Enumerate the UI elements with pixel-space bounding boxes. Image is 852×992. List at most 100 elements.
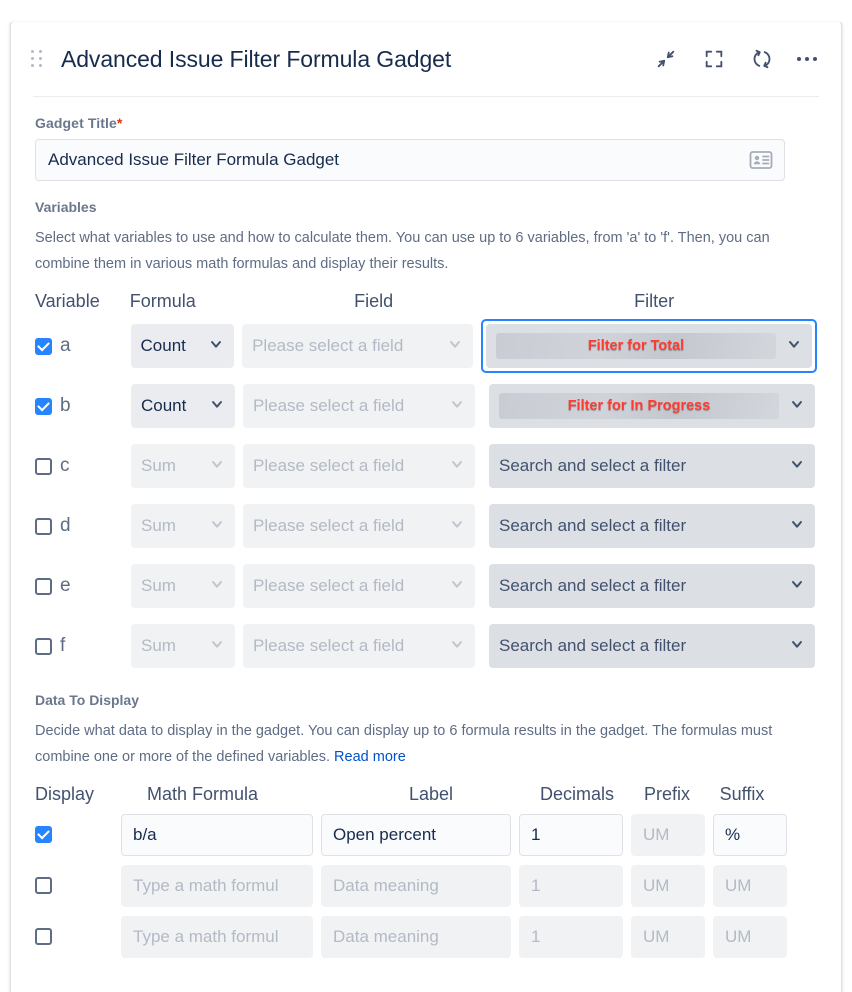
column-header-prefix: Prefix xyxy=(643,784,690,804)
chevron-down-icon xyxy=(449,456,465,477)
formula-select-d[interactable]: Sum xyxy=(131,504,235,548)
screen: Advanced Issue Filter Formula Gadget Gad… xyxy=(0,0,852,992)
variable-checkbox-cell-a: a xyxy=(35,335,131,357)
variable-letter-c: c xyxy=(60,455,70,476)
variable-checkbox-cell-b: b xyxy=(35,395,131,417)
field-select-placeholder: Please select a field xyxy=(253,396,405,415)
variable-letter-e: e xyxy=(60,575,71,596)
variable-row-c: c Sum Please select a field Search and sele… xyxy=(35,436,817,496)
chevron-down-icon xyxy=(449,576,465,597)
more-options-icon[interactable] xyxy=(797,57,817,61)
formula-select-a[interactable]: Count xyxy=(130,324,235,368)
data-display-row xyxy=(35,860,817,911)
math-formula-input-row-3[interactable] xyxy=(121,915,313,958)
column-header-suffix: Suffix xyxy=(719,784,765,804)
field-select-b[interactable]: Please select a field xyxy=(243,384,475,428)
filter-placeholder: Search and select a filter xyxy=(499,636,687,655)
field-select-a[interactable]: Please select a field xyxy=(242,324,474,368)
variable-checkbox-b[interactable] xyxy=(35,397,52,415)
collapse-icon[interactable] xyxy=(653,46,679,72)
field-select-f[interactable]: Please select a field xyxy=(243,624,475,668)
column-header-filter: Filter xyxy=(634,291,675,311)
field-select-d[interactable]: Please select a field xyxy=(243,504,475,548)
filter-select-d[interactable]: Search and select a filter xyxy=(489,504,815,548)
variables-table-header: Variable Formula Field Filter xyxy=(35,291,817,312)
filter-skeleton-bar: Filter for Total xyxy=(496,333,777,359)
filter-skeleton-bar: Filter for In Progress xyxy=(499,393,779,419)
display-checkbox-cell xyxy=(35,826,121,843)
variable-checkbox-cell-c: c xyxy=(35,455,131,477)
math-formula-input-row-2[interactable] xyxy=(121,864,313,907)
field-select-placeholder: Please select a field xyxy=(253,516,405,535)
field-select-placeholder: Please select a field xyxy=(252,336,404,355)
filter-select-f[interactable]: Search and select a filter xyxy=(489,624,815,668)
formula-select-e[interactable]: Sum xyxy=(131,564,235,608)
filter-select-e[interactable]: Search and select a filter xyxy=(489,564,815,608)
label-input-row-1[interactable] xyxy=(321,813,511,856)
gadget-title-input[interactable] xyxy=(35,139,785,181)
variable-letter-a: a xyxy=(60,335,71,356)
suffix-input-row-3[interactable] xyxy=(713,915,787,958)
gadget-title-label: Gadget Title* xyxy=(35,115,817,131)
display-checkbox-row-1[interactable] xyxy=(35,826,52,843)
gadget-title-label-text: Gadget Title xyxy=(35,115,117,131)
chevron-down-icon xyxy=(789,636,805,657)
field-select-c[interactable]: Please select a field xyxy=(243,444,475,488)
chevron-down-icon xyxy=(208,336,224,357)
read-more-link[interactable]: Read more xyxy=(334,749,406,765)
chevron-down-icon xyxy=(209,396,225,417)
variable-checkbox-cell-f: f xyxy=(35,635,131,657)
column-header-formula: Formula xyxy=(129,291,196,311)
data-to-display-section-title: Data To Display xyxy=(35,692,139,708)
formula-select-c[interactable]: Sum xyxy=(131,444,235,488)
field-select-placeholder: Please select a field xyxy=(253,456,405,475)
chevron-down-icon xyxy=(209,576,225,597)
decimals-input-row-1[interactable] xyxy=(519,813,623,856)
filter-select-c[interactable]: Search and select a filter xyxy=(489,444,815,488)
prefix-input-row-3[interactable] xyxy=(631,915,705,958)
math-formula-input-row-1[interactable] xyxy=(121,813,313,856)
gadget-header: Advanced Issue Filter Formula Gadget xyxy=(11,22,841,96)
variables-section-title: Variables xyxy=(35,199,97,215)
column-header-decimals: Decimals xyxy=(539,784,614,804)
variable-checkbox-c[interactable] xyxy=(35,457,52,475)
data-to-display-table-header: Display Math Formula Label Decimals Pref… xyxy=(35,784,817,805)
variable-row-f: f Sum Please select a field Search and sele… xyxy=(35,616,817,676)
display-checkbox-row-3[interactable] xyxy=(35,928,52,945)
filter-select-a[interactable]: Filter for Total xyxy=(486,324,813,368)
refresh-icon[interactable] xyxy=(749,46,775,72)
variable-checkbox-d[interactable] xyxy=(35,517,52,535)
field-select-e[interactable]: Please select a field xyxy=(243,564,475,608)
drag-handle-dots-icon[interactable] xyxy=(31,48,47,70)
chevron-down-icon xyxy=(789,396,805,417)
variable-row-b: b Count Please select a field Filter for In… xyxy=(35,376,817,436)
formula-select-f[interactable]: Sum xyxy=(131,624,235,668)
variable-checkbox-a[interactable] xyxy=(35,337,52,355)
variable-checkbox-e[interactable] xyxy=(35,577,52,595)
prefix-input-row-1[interactable] xyxy=(631,813,705,856)
display-checkbox-cell xyxy=(35,877,121,894)
formula-select-b[interactable]: Count xyxy=(131,384,235,428)
suffix-input-row-1[interactable] xyxy=(713,813,787,856)
label-input-row-3[interactable] xyxy=(321,915,511,958)
decimals-input-row-3[interactable] xyxy=(519,915,623,958)
gadget-title-input-wrap xyxy=(35,139,785,181)
filter-select-b[interactable]: Filter for In Progress xyxy=(489,384,815,428)
filter-selected-value: Filter for Total xyxy=(587,338,685,354)
chevron-down-icon xyxy=(789,456,805,477)
contact-card-icon[interactable] xyxy=(749,150,773,170)
data-display-row xyxy=(35,809,817,860)
maximize-icon[interactable] xyxy=(701,46,727,72)
suffix-input-row-2[interactable] xyxy=(713,864,787,907)
label-input-row-2[interactable] xyxy=(321,864,511,907)
prefix-input-row-2[interactable] xyxy=(631,864,705,907)
variable-letter-b: b xyxy=(60,395,71,416)
formula-select-value: Count xyxy=(140,336,186,355)
chevron-down-icon xyxy=(449,516,465,537)
formula-select-value: Sum xyxy=(141,516,176,535)
field-select-placeholder: Please select a field xyxy=(253,636,405,655)
decimals-input-row-2[interactable] xyxy=(519,864,623,907)
display-checkbox-row-2[interactable] xyxy=(35,877,52,894)
variable-checkbox-f[interactable] xyxy=(35,637,52,655)
chevron-down-icon xyxy=(786,336,802,357)
